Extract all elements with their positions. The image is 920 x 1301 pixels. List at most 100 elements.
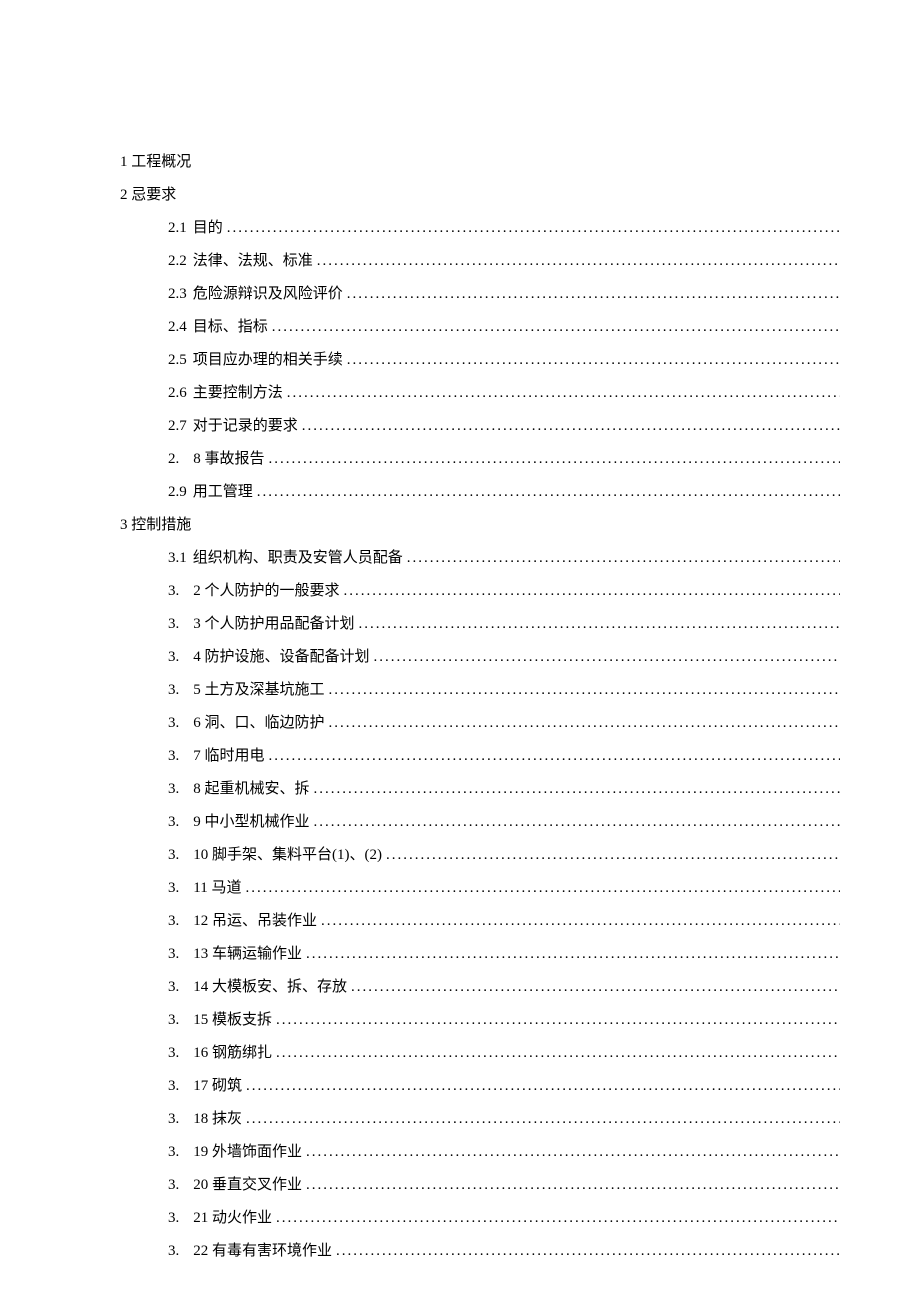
toc-entry-number: 2.7 (168, 413, 193, 440)
toc-leader-dots (302, 1139, 840, 1166)
section-heading: 1 工程概况 (120, 149, 840, 176)
toc-entry-title: 法律、法规、标准 (193, 248, 313, 275)
toc-leader-dots (253, 479, 840, 506)
toc-entry: 3.11 马道 (168, 875, 840, 902)
toc-entry: 3.10 脚手架、集料平台(1)、(2) (168, 842, 840, 869)
toc-entry-number: 3. (168, 1238, 193, 1265)
toc-entry-number: 3. (168, 677, 193, 704)
toc-entry: 2.9用工管理 (168, 479, 840, 506)
toc-leader-dots (310, 776, 840, 803)
toc-entry-title: 7 临时用电 (193, 743, 264, 770)
toc-entry-number: 2.2 (168, 248, 193, 275)
toc-entry-number: 3. (168, 644, 193, 671)
toc-leader-dots (325, 710, 840, 737)
toc-entry: 3.8 起重机械安、拆 (168, 776, 840, 803)
toc-entry-number: 3. (168, 1106, 193, 1133)
toc-entry: 3.18 抹灰 (168, 1106, 840, 1133)
toc-entry-number: 3. (168, 611, 193, 638)
toc-leader-dots (268, 314, 840, 341)
toc-leader-dots (242, 1106, 840, 1133)
toc-leader-dots (272, 1205, 840, 1232)
toc-entry-number: 3. (168, 1073, 193, 1100)
toc-entry: 3.3 个人防护用品配备计划 (168, 611, 840, 638)
toc-entry: 3.7 临时用电 (168, 743, 840, 770)
toc-entry: 2.2法律、法规、标准 (168, 248, 840, 275)
toc-entry-title: 14 大模板安、拆、存放 (193, 974, 347, 1001)
toc-entry-title: 组织机构、职责及安管人员配备 (193, 545, 403, 572)
toc-entry-number: 3.1 (168, 545, 193, 572)
toc-entry-title: 项目应办理的相关手续 (193, 347, 343, 374)
toc-entry-number: 3. (168, 842, 193, 869)
toc-entry-number: 2.6 (168, 380, 193, 407)
toc-entry-title: 18 抹灰 (193, 1106, 242, 1133)
toc-entry-number: 2.3 (168, 281, 193, 308)
toc-entry: 3.6 洞、口、临边防护 (168, 710, 840, 737)
toc-entry: 2.5项目应办理的相关手续 (168, 347, 840, 374)
toc-entry: 3.19 外墙饰面作业 (168, 1139, 840, 1166)
toc-entry-title: 16 钢筋绑扎 (193, 1040, 272, 1067)
toc-entry: 2.6主要控制方法 (168, 380, 840, 407)
toc-entry: 3.4 防护设施、设备配备计划 (168, 644, 840, 671)
toc-entry-number: 2. (168, 446, 193, 473)
toc-entry: 3.20 垂直交叉作业 (168, 1172, 840, 1199)
toc-entry-number: 3. (168, 1040, 193, 1067)
toc-entry-title: 21 动火作业 (193, 1205, 272, 1232)
toc-entry-title: 13 车辆运输作业 (193, 941, 302, 968)
toc-leader-dots (265, 446, 840, 473)
toc-entry-title: 12 吊运、吊装作业 (193, 908, 317, 935)
toc-entry-number: 3. (168, 710, 193, 737)
toc-leader-dots (325, 677, 840, 704)
toc-leader-dots (302, 941, 840, 968)
toc-entry: 2.4目标、指标 (168, 314, 840, 341)
toc-leader-dots (343, 347, 840, 374)
toc-entry-number: 2.1 (168, 215, 193, 242)
toc-entry-title: 8 事故报告 (193, 446, 264, 473)
toc-leader-dots (347, 974, 840, 1001)
toc-entry: 3.14 大模板安、拆、存放 (168, 974, 840, 1001)
table-of-contents: 1 工程概况2 忌要求2.1目的2.2法律、法规、标准2.3危险源辩识及风险评价… (120, 149, 840, 1265)
toc-entry-title: 5 土方及深基坑施工 (193, 677, 324, 704)
toc-leader-dots (298, 413, 840, 440)
toc-leader-dots (242, 1073, 840, 1100)
toc-leader-dots (313, 248, 840, 275)
toc-entry-title: 10 脚手架、集料平台(1)、(2) (193, 842, 382, 869)
toc-entry-number: 2.5 (168, 347, 193, 374)
toc-entry-title: 危险源辩识及风险评价 (193, 281, 343, 308)
toc-entry-number: 3. (168, 941, 193, 968)
toc-entry-title: 目标、指标 (193, 314, 268, 341)
toc-entry-number: 3. (168, 1007, 193, 1034)
toc-entry: 3.15 模板支拆 (168, 1007, 840, 1034)
toc-entry: 3.12 吊运、吊装作业 (168, 908, 840, 935)
toc-entry-number: 3. (168, 1139, 193, 1166)
toc-entry: 3.16 钢筋绑扎 (168, 1040, 840, 1067)
toc-leader-dots (340, 578, 840, 605)
toc-entry-title: 用工管理 (193, 479, 253, 506)
toc-entry-title: 15 模板支拆 (193, 1007, 272, 1034)
toc-entry: 3.2 个人防护的一般要求 (168, 578, 840, 605)
section-heading: 3 控制措施 (120, 512, 840, 539)
toc-entry-title: 17 砌筑 (193, 1073, 242, 1100)
toc-leader-dots (272, 1007, 840, 1034)
toc-entry-title: 2 个人防护的一般要求 (193, 578, 339, 605)
toc-entry: 3.5 土方及深基坑施工 (168, 677, 840, 704)
toc-leader-dots (382, 842, 840, 869)
toc-entry-title: 22 有毒有害环境作业 (193, 1238, 332, 1265)
toc-entry: 3.17 砌筑 (168, 1073, 840, 1100)
toc-entry-title: 9 中小型机械作业 (193, 809, 309, 836)
toc-entry-title: 主要控制方法 (193, 380, 283, 407)
section-heading: 2 忌要求 (120, 182, 840, 209)
toc-leader-dots (265, 743, 840, 770)
toc-entry-title: 对于记录的要求 (193, 413, 298, 440)
toc-leader-dots (355, 611, 840, 638)
toc-entry-number: 3. (168, 578, 193, 605)
toc-entry: 3.1组织机构、职责及安管人员配备 (168, 545, 840, 572)
toc-entry: 2.1目的 (168, 215, 840, 242)
toc-entry-number: 3. (168, 809, 193, 836)
toc-leader-dots (403, 545, 840, 572)
toc-leader-dots (223, 215, 840, 242)
toc-entry: 3.9 中小型机械作业 (168, 809, 840, 836)
toc-entry: 3.22 有毒有害环境作业 (168, 1238, 840, 1265)
toc-entry-title: 4 防护设施、设备配备计划 (193, 644, 369, 671)
toc-leader-dots (283, 380, 840, 407)
toc-entry: 3.13 车辆运输作业 (168, 941, 840, 968)
